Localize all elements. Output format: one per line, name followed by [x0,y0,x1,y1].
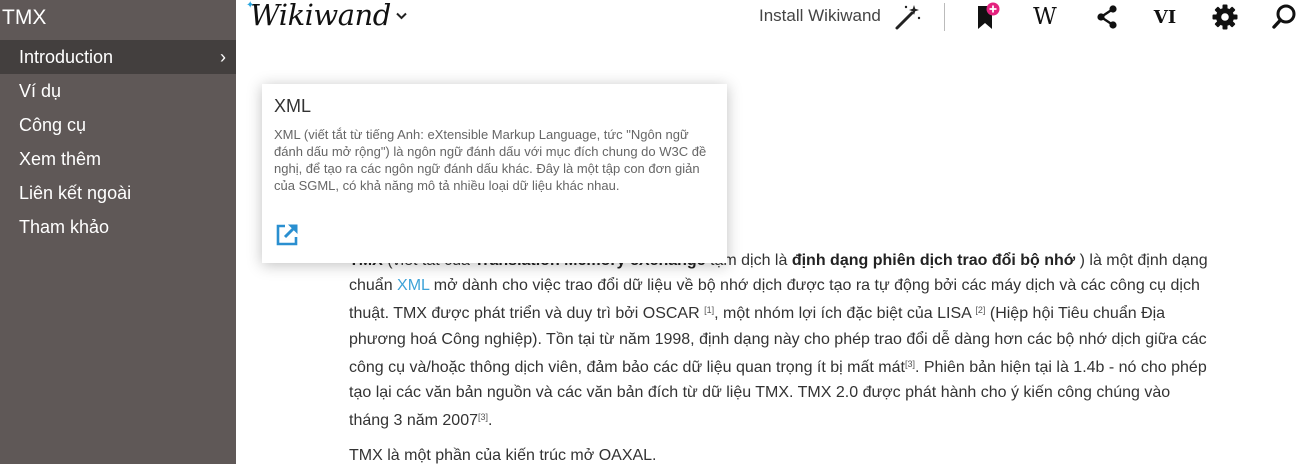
toc-item-label: Xem thêm [19,149,102,169]
share-icon[interactable] [1092,2,1122,32]
magic-wand-icon[interactable] [892,2,922,32]
chevron-right-icon: › [220,47,226,67]
external-link-icon[interactable] [274,222,300,248]
toc-item-label: Tham khảo [19,217,110,237]
wikiwand-logo[interactable]: Wikiwand [250,0,391,32]
popup-summary: XML (viết tắt từ tiếng Anh: eXtensible M… [274,127,707,193]
toc-item-lien-ket-ngoai[interactable]: Liên kết ngoài [0,176,236,210]
sidebar-title-label: TMX [2,6,47,29]
gear-icon[interactable] [1210,2,1240,32]
term-bold: định dạng phiên dịch trao đổi bộ nhớ [791,252,1076,269]
top-bar: Wikiwand ✦ Install Wikiwand W VI [236,0,1300,36]
search-icon[interactable] [1270,2,1300,32]
language-icon[interactable]: VI [1150,2,1180,32]
reference-link[interactable]: [3] [905,359,915,369]
toc-item-xem-them[interactable]: Xem thêm [0,142,236,176]
toc-item-label: Công cụ [19,115,87,135]
text: , một nhóm lợi ích đặc biệt của LISA [714,305,976,323]
xml-link[interactable]: XML [397,277,429,294]
paragraph: TMX (viết tắt của Translation Memory eXc… [349,248,1209,433]
bookmark-plus-icon[interactable] [972,2,1002,32]
chevron-down-icon[interactable] [396,8,407,23]
logo-text: Wikiwand [250,0,391,32]
text: . [488,412,493,430]
sidebar: TMX Introduction › Ví dụ Công cụ Xem thê… [0,0,236,464]
toc-item-tham-khao[interactable]: Tham khảo [0,210,236,244]
reference-link[interactable]: [3] [478,412,488,422]
toc-item-label: Ví dụ [19,81,62,101]
sidebar-title[interactable]: TMX [0,0,236,36]
reference-link[interactable]: [1] [704,305,714,315]
install-wikiwand-link[interactable]: Install Wikiwand [759,6,881,26]
paragraph: TMX là một phần của kiến trúc mở OAXAL. [349,447,657,464]
header-divider [944,3,945,31]
toc-item-label: Introduction [19,47,114,67]
reference-link[interactable]: [2] [975,305,985,315]
toc-item-cong-cu[interactable]: Công cụ [0,108,236,142]
toc-item-label: Liên kết ngoài [19,183,132,203]
table-of-contents: Introduction › Ví dụ Công cụ Xem thêm Li… [0,40,236,244]
toc-item-introduction[interactable]: Introduction › [0,40,236,74]
toc-item-vi-du[interactable]: Ví dụ [0,74,236,108]
article-body: TMX (viết tắt của Translation Memory eXc… [349,248,1209,464]
wikipedia-icon[interactable]: W [1030,2,1060,32]
link-preview-popup: XML XML (viết tắt từ tiếng Anh: eXtensib… [262,84,727,263]
popup-title: XML [274,96,312,116]
logo-sparkle-icon: ✦ [246,0,255,11]
